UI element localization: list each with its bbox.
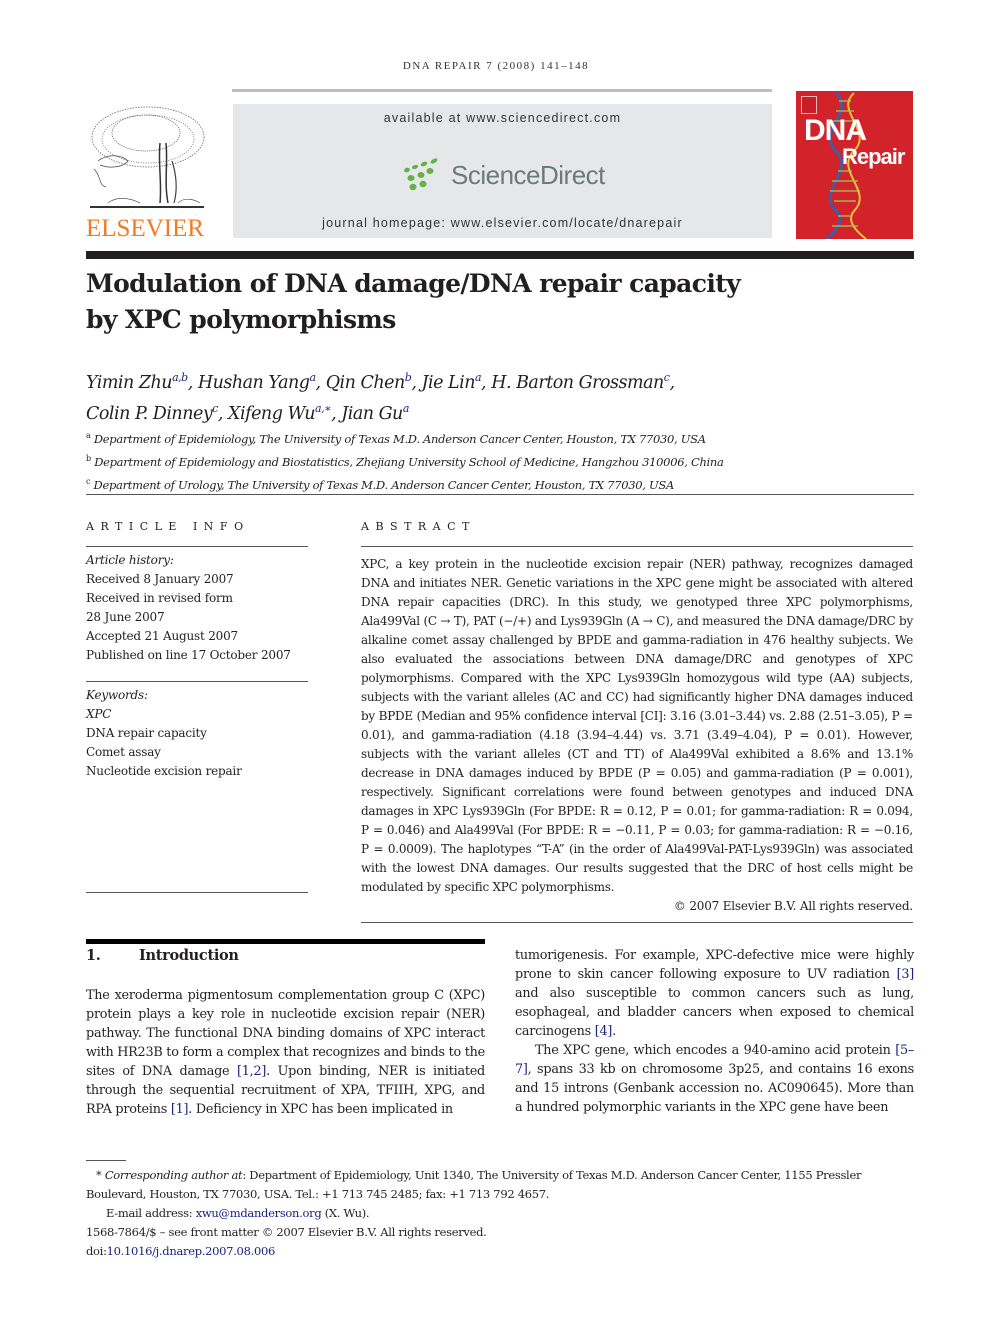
affil-link[interactable]: a	[475, 371, 482, 384]
article-title: Modulation of DNA damage/DNA repair capa…	[86, 266, 886, 338]
affil-link[interactable]: a	[309, 371, 316, 384]
author[interactable]: Hushan Yanga	[198, 371, 316, 393]
header-top-rule	[232, 89, 772, 92]
history-item: Received in revised form	[86, 591, 233, 605]
article-info-heading: ARTICLE INFO	[86, 520, 250, 533]
citation-link[interactable]: [4]	[595, 1024, 613, 1039]
abstract-text: XPC, a key protein in the nucleotide exc…	[361, 557, 913, 894]
cover-title-dna: DNA	[804, 114, 867, 147]
affil-link[interactable]: a,∗	[315, 402, 332, 415]
abstract-bottom-rule	[361, 922, 913, 923]
title-line-2: by XPC polymorphisms	[86, 305, 396, 334]
journal-cover[interactable]: DNA Repair	[796, 91, 913, 239]
elsevier-logo[interactable]: ELSEVIER	[86, 103, 210, 243]
keyword: XPC	[86, 707, 112, 721]
keywords-rule	[86, 681, 308, 682]
keywords-label: Keywords:	[86, 688, 148, 702]
affil-link[interactable]: b	[405, 371, 412, 384]
doi-note: doi:10.1016/j.dnarep.2007.08.006	[86, 1244, 276, 1258]
front-matter-note: 1568-7864/$ – see front matter © 2007 El…	[86, 1225, 487, 1239]
history-item: Accepted 21 August 2007	[86, 629, 238, 643]
affil-link[interactable]: c	[664, 371, 670, 384]
journal-homepage-link[interactable]: journal homepage: www.elsevier.com/locat…	[233, 216, 772, 230]
section-heading-introduction: 1. Introduction	[86, 947, 239, 964]
abstract: ABSTRACT XPC, a key protein in the nucle…	[361, 520, 913, 923]
intro-paragraph-1: The xeroderma pigmentosum complementatio…	[86, 988, 485, 1117]
corresponding-author-note: * Corresponding author at: Department of…	[86, 1168, 862, 1201]
citation-link[interactable]: [1]	[171, 1102, 189, 1117]
author[interactable]: Jie Lina	[421, 371, 482, 393]
citation-link[interactable]: [3]	[897, 967, 915, 982]
footnote-rule	[86, 1160, 126, 1161]
author[interactable]: Xifeng Wua,∗	[228, 402, 332, 424]
available-at-link[interactable]: available at www.sciencedirect.com	[233, 111, 772, 125]
affil-link[interactable]: c	[212, 402, 218, 415]
history-item: Published on line 17 October 2007	[86, 648, 291, 662]
affiliations: a Department of Epidemiology, The Univer…	[86, 426, 906, 494]
running-head: DNA REPAIR 7 (2008) 141–148	[402, 60, 590, 72]
affil-link[interactable]: a,b	[172, 371, 188, 384]
section-rule	[86, 939, 485, 944]
abstract-copyright: © 2007 Elsevier B.V. All rights reserved…	[673, 899, 913, 913]
affiliations-rule	[86, 494, 914, 495]
author[interactable]: Colin P. Dinneyc	[86, 402, 218, 424]
author[interactable]: Jian Gua	[341, 402, 410, 424]
affiliation: a Department of Epidemiology, The Univer…	[86, 431, 706, 446]
header-bottom-rule	[86, 251, 914, 259]
email-note: E-mail address: xwu@mdanderson.org (X. W…	[106, 1206, 370, 1220]
sciencedirect-wordmark: ScienceDirect	[451, 160, 605, 190]
cover-title-repair: Repair	[842, 144, 905, 169]
footnotes: * Corresponding author at: Department of…	[86, 1166, 916, 1261]
author-list: Yimin Zhua,b, Hushan Yanga, Qin Chenb, J…	[86, 371, 675, 424]
affiliation: b Department of Epidemiology and Biostat…	[86, 453, 724, 469]
elsevier-wordmark: ELSEVIER	[86, 215, 205, 242]
section-title: Introduction	[139, 947, 239, 964]
section-number: 1.	[86, 947, 101, 964]
email-link[interactable]: xwu@mdanderson.org	[196, 1206, 322, 1220]
sciencedirect-dots-icon	[404, 158, 438, 191]
article-info: ARTICLE INFO Article history: Received 8…	[86, 520, 308, 893]
article-info-rule	[86, 546, 308, 547]
history-item: 28 June 2007	[86, 610, 165, 624]
abstract-heading: ABSTRACT	[361, 520, 476, 533]
author[interactable]: H. Barton Grossmanc	[491, 371, 670, 393]
body-column-left: The xeroderma pigmentosum complementatio…	[86, 986, 485, 1119]
sciencedirect-logo[interactable]: ScienceDirect	[399, 152, 609, 200]
citation-link[interactable]: [1,2]	[237, 1064, 266, 1079]
keyword: Comet assay	[86, 745, 161, 759]
doi-link[interactable]: 10.1016/j.dnarep.2007.08.006	[107, 1244, 276, 1258]
author[interactable]: Yimin Zhua,b	[86, 371, 188, 393]
keyword: DNA repair capacity	[86, 726, 207, 740]
body-column-right: tumorigenesis. For example, XPC-defectiv…	[515, 946, 914, 1117]
title-line-1: Modulation of DNA damage/DNA repair capa…	[86, 269, 741, 298]
affil-link[interactable]: a	[403, 402, 410, 415]
intro-paragraph-1-continued: tumorigenesis. For example, XPC-defectiv…	[515, 948, 915, 1039]
sciencedirect-banner: available at www.sciencedirect.com Scien…	[233, 104, 772, 238]
elsevier-tree-icon	[90, 106, 205, 208]
intro-paragraph-2: The XPC gene, which encodes a 940-amino …	[515, 1043, 914, 1115]
author[interactable]: Qin Chenb	[326, 371, 412, 393]
keyword: Nucleotide excision repair	[86, 764, 242, 778]
article-info-bottom-rule	[86, 892, 308, 893]
history-label: Article history:	[86, 553, 174, 567]
history-item: Received 8 January 2007	[86, 572, 234, 586]
abstract-rule	[361, 546, 913, 547]
intro-p1-continued: . Deficiency in XPC has been implicated …	[188, 1102, 453, 1117]
affiliation: c Department of Urology, The University …	[86, 476, 674, 492]
